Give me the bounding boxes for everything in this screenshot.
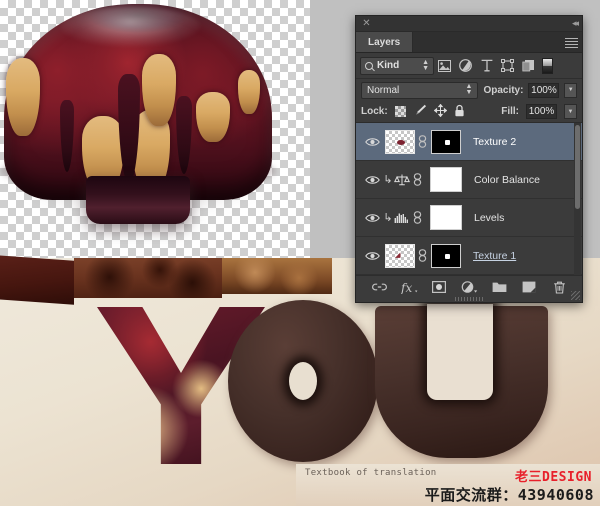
watermark-qq-group: 平面交流群：43940608 bbox=[424, 486, 594, 504]
layer-row-color-balance[interactable]: ↳ Color Balance bbox=[356, 161, 582, 199]
bundt-cake-photo bbox=[0, 0, 280, 236]
add-layer-mask-icon[interactable] bbox=[428, 278, 450, 296]
layer-mask-thumbnail[interactable] bbox=[430, 205, 462, 230]
blend-mode-select[interactable]: Normal ▲ ▼ bbox=[361, 81, 479, 99]
layer-filter-bar: Kind ▲ ▼ bbox=[356, 53, 582, 79]
new-layer-icon[interactable] bbox=[518, 278, 540, 296]
tab-layers-label: Layers bbox=[368, 36, 401, 48]
panel-resize-grip[interactable] bbox=[455, 297, 483, 301]
opacity-stepper-icon[interactable]: ▼ bbox=[564, 82, 577, 98]
screenshot-stage: Textbook of translation 老三DESIGN 平面交流群：4… bbox=[0, 0, 600, 506]
layer-list[interactable]: Texture 2 ↳ Color Balance ↳ Levels ◢ Tex… bbox=[356, 123, 582, 275]
cake-crumb bbox=[142, 54, 176, 126]
layer-list-scrollbar[interactable] bbox=[574, 123, 581, 275]
layer-mask-thumbnail[interactable] bbox=[431, 243, 461, 268]
cake-highlight bbox=[60, 6, 200, 46]
link-layers-icon[interactable] bbox=[368, 278, 390, 296]
layer-name[interactable]: Color Balance bbox=[474, 174, 540, 186]
lock-label: Lock: bbox=[361, 106, 388, 117]
cake-crumb bbox=[196, 92, 230, 142]
filter-toggle-switch[interactable] bbox=[542, 57, 553, 74]
layer-row-levels[interactable]: ↳ Levels bbox=[356, 199, 582, 237]
layer-thumbnail[interactable]: ◢ bbox=[385, 243, 415, 268]
layers-panel[interactable]: ✕ ◂◂ Layers Kind ▲ ▼ Normal ▲ ▼ Opacity:… bbox=[355, 15, 583, 303]
layers-panel-footer: fx bbox=[356, 275, 582, 298]
link-mask-icon[interactable] bbox=[415, 249, 429, 262]
cake-crumb bbox=[6, 58, 40, 136]
filter-kind-select[interactable]: Kind ▲ ▼ bbox=[360, 56, 434, 75]
layer-name[interactable]: Texture 1 bbox=[473, 250, 516, 262]
cake-crumb bbox=[238, 70, 260, 114]
blend-mode-bar: Normal ▲ ▼ Opacity: 100% ▼ bbox=[356, 79, 582, 101]
translation-note: Textbook of translation bbox=[305, 468, 437, 478]
scrollbar-thumb[interactable] bbox=[575, 125, 580, 209]
opacity-value[interactable]: 100% bbox=[528, 82, 560, 98]
fill-label: Fill: bbox=[501, 106, 519, 117]
you-lettering bbox=[0, 300, 600, 470]
fill-value[interactable]: 100% bbox=[526, 104, 557, 119]
svg-text:fx: fx bbox=[401, 281, 412, 294]
letter-u bbox=[375, 304, 548, 458]
clipping-mask-icon: ↳ bbox=[383, 212, 393, 224]
clipping-mask-icon: ↳ bbox=[383, 174, 393, 186]
lock-all-icon[interactable] bbox=[454, 104, 465, 120]
levels-histogram-icon[interactable] bbox=[394, 212, 410, 224]
type-layer-filter-icon[interactable] bbox=[476, 56, 497, 76]
link-mask-icon[interactable] bbox=[410, 211, 424, 224]
chocolate-texture-piece bbox=[222, 258, 332, 294]
cake-pedestal bbox=[86, 176, 190, 224]
new-group-icon[interactable] bbox=[488, 278, 510, 296]
chevron-updown-icon: ▲ ▼ bbox=[422, 58, 429, 72]
chocolate-texture-piece bbox=[74, 258, 222, 298]
eye-icon[interactable] bbox=[362, 175, 382, 185]
lock-bar: Lock: Fill: 100% ▼ bbox=[356, 101, 582, 123]
letter-o bbox=[228, 300, 378, 462]
layer-row-texture-2[interactable]: Texture 2 bbox=[356, 123, 582, 161]
panel-tabbar: Layers bbox=[356, 32, 582, 53]
lock-transparent-pixels-icon[interactable] bbox=[394, 106, 406, 117]
link-mask-icon[interactable] bbox=[415, 135, 429, 148]
panel-titlebar: ✕ ◂◂ bbox=[356, 16, 582, 32]
eye-icon[interactable] bbox=[362, 251, 382, 261]
close-icon[interactable]: ✕ bbox=[361, 18, 372, 29]
lock-position-icon[interactable] bbox=[433, 103, 447, 120]
layer-style-fx-icon[interactable]: fx bbox=[398, 278, 420, 296]
fill-stepper-icon[interactable]: ▼ bbox=[564, 104, 577, 119]
panel-resize-corner[interactable] bbox=[571, 291, 580, 300]
blend-mode-value: Normal bbox=[367, 84, 400, 96]
chocolate-texture-piece bbox=[0, 255, 74, 305]
layer-row-texture-1[interactable]: ◢ Texture 1 bbox=[356, 237, 582, 275]
layer-name[interactable]: Texture 2 bbox=[473, 136, 516, 148]
eye-icon[interactable] bbox=[362, 213, 382, 223]
panel-menu-icon[interactable] bbox=[562, 36, 578, 49]
delete-layer-icon[interactable] bbox=[548, 278, 570, 296]
filter-kind-label: Kind bbox=[377, 60, 400, 71]
lock-image-pixels-icon[interactable] bbox=[413, 104, 427, 120]
collapse-panel-icon[interactable]: ◂◂ bbox=[572, 18, 579, 29]
layer-thumbnail[interactable] bbox=[385, 129, 415, 154]
link-mask-icon[interactable] bbox=[410, 173, 424, 186]
new-adjustment-layer-icon[interactable] bbox=[458, 278, 480, 296]
search-icon bbox=[365, 61, 373, 70]
adjustment-layer-filter-icon[interactable] bbox=[455, 56, 476, 76]
layer-mask-thumbnail[interactable] bbox=[430, 167, 462, 192]
chevron-updown-icon: ▲ ▼ bbox=[465, 83, 473, 96]
opacity-label: Opacity: bbox=[483, 84, 524, 96]
layer-name[interactable]: Levels bbox=[474, 212, 504, 224]
pixel-layer-filter-icon[interactable] bbox=[434, 56, 455, 76]
eye-icon[interactable] bbox=[362, 137, 382, 147]
color-balance-icon[interactable] bbox=[394, 173, 410, 186]
tab-layers[interactable]: Layers bbox=[356, 32, 414, 52]
watermark-brand: 老三DESIGN bbox=[515, 470, 592, 485]
layer-mask-thumbnail[interactable] bbox=[431, 129, 461, 154]
smart-object-filter-icon[interactable] bbox=[518, 56, 539, 76]
shape-layer-filter-icon[interactable] bbox=[497, 56, 518, 76]
